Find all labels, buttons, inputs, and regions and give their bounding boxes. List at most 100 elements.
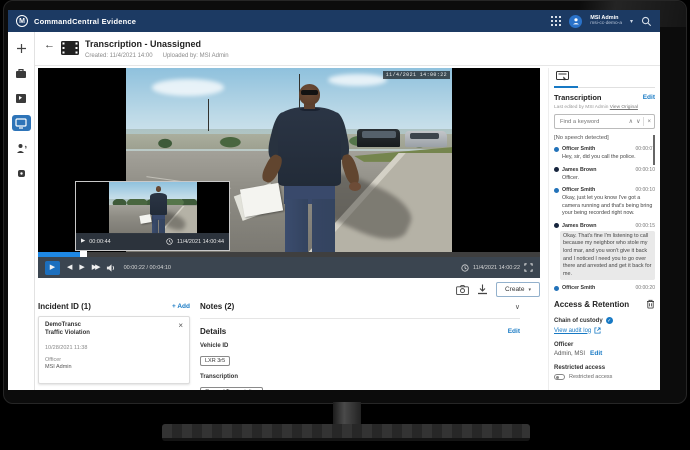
transcript-entry[interactable]: Officer Smith 00:00:10 Okay, just let yo… <box>554 187 655 218</box>
notes-section[interactable]: Notes (2) ∨ <box>200 302 520 319</box>
notes-heading: Notes (2) <box>200 302 234 311</box>
keyword-search-input[interactable] <box>558 118 626 126</box>
speaker-avatar <box>554 147 559 152</box>
add-icon[interactable] <box>12 40 31 56</box>
speaker-avatar <box>554 188 559 193</box>
user-menu[interactable]: MSI Admin msi-cc-demo-a <box>590 15 622 26</box>
incident-card[interactable]: DemoTransc Traffic Violation × 10/28/202… <box>38 316 190 384</box>
incident-heading: Incident ID (1) <box>38 302 91 311</box>
scene-leg <box>152 219 158 234</box>
play-icon: ▶ <box>50 264 55 271</box>
scene-torso <box>278 107 342 186</box>
snapshot-camera-icon[interactable] <box>456 285 469 295</box>
step-back-button[interactable]: ◀ <box>67 264 72 271</box>
search-divider <box>643 117 644 126</box>
clock-icon <box>461 264 469 272</box>
tag-icon[interactable] <box>12 165 31 181</box>
scene-torso <box>150 193 167 215</box>
left-sidebar <box>8 32 35 390</box>
incident-name: DemoTransc <box>45 322 183 330</box>
access-retention-panel: Access & Retention Chain of custody ✓ Vi… <box>554 299 655 380</box>
create-button[interactable]: Create ▾ <box>496 282 540 297</box>
user-avatar[interactable] <box>569 15 582 28</box>
header-divider <box>35 65 660 66</box>
incident-type: Traffic Violation <box>45 330 183 338</box>
notes-details-panel: Notes (2) ∨ Details Edit Vehicle ID LXR … <box>200 302 520 390</box>
no-speech-label: [No speech detected] <box>554 135 655 141</box>
player-controls: ▶ ◀ ▶ ▶▶ 00:00:22 / 00:04:10 11/4/2021 1… <box>38 257 540 278</box>
app-window: M CommandCentral Evidence MSI Admin msi-… <box>8 10 660 390</box>
transcript-entry[interactable]: James Brown 00:00:10 Officer. <box>554 167 655 183</box>
elapsed-time: 00:00:22 / 00:04:10 <box>124 265 171 271</box>
transcript-entry[interactable]: Officer Smith 00:00:20 <box>554 285 655 291</box>
pip-thumbnail[interactable]: ▶ 00:00:44 11/4/2021 14:00:44 <box>75 181 230 251</box>
notes-collapse-icon[interactable]: ∨ <box>515 303 520 311</box>
transcript-list[interactable]: [No speech detected] Officer Smith 00:00… <box>554 133 655 293</box>
transcription-label: Transcription <box>200 374 520 380</box>
pip-control-bar: ▶ 00:00:44 11/4/2021 14:00:44 <box>76 233 229 250</box>
incident-officer-value: MSI Admin <box>45 364 183 370</box>
remove-incident-icon[interactable]: × <box>178 322 183 330</box>
transcript-entry[interactable]: Officer Smith 00:00:07 Hey, sir, did you… <box>554 146 655 162</box>
verified-check-icon: ✓ <box>606 317 613 324</box>
speaker-name: Officer Smith <box>562 146 595 152</box>
search-clear-icon[interactable]: × <box>647 119 651 125</box>
search-icon[interactable] <box>641 16 652 27</box>
speaker-name: James Brown <box>562 167 596 173</box>
incident-panel: Incident ID (1) + Add DemoTransc Traffic… <box>38 302 190 384</box>
evidence-display-icon[interactable] <box>12 115 31 131</box>
cases-briefcase-icon[interactable] <box>12 65 31 81</box>
speaker-name: James Brown <box>562 223 596 229</box>
contacts-person-icon[interactable] <box>12 140 31 156</box>
motorola-logo-icon: M <box>16 15 28 27</box>
transcript-tab-icon[interactable] <box>556 71 569 82</box>
step-forward-button[interactable]: ▶ <box>79 264 84 271</box>
pip-time: 00:00:44 <box>89 239 110 245</box>
pip-video-frame <box>109 182 197 234</box>
entry-text: Officer. <box>562 175 655 183</box>
search-next-icon[interactable]: ∨ <box>636 119 640 125</box>
fast-forward-button[interactable]: ▶▶ <box>92 264 99 271</box>
restricted-access-value: Restricted access <box>569 374 612 380</box>
transcription-edit-link[interactable]: Edit <box>643 94 655 101</box>
back-button[interactable]: ← <box>44 40 55 51</box>
speaker-avatar <box>554 223 559 228</box>
view-original-link[interactable]: View Original <box>610 105 638 110</box>
app-grid-icon[interactable] <box>551 16 561 26</box>
transcription-heading: Transcription <box>554 93 602 102</box>
entry-text: Hey, sir, did you call the police. <box>562 154 655 162</box>
entry-timestamp: 00:00:10 <box>636 187 655 193</box>
restricted-access-toggle[interactable] <box>554 374 565 380</box>
active-tab-underline <box>554 86 578 88</box>
wall-clock-time: 11/4/2021 14:00:22 <box>473 265 520 271</box>
incident-add-button[interactable]: + Add <box>172 303 190 310</box>
fullscreen-icon[interactable] <box>524 263 533 272</box>
details-heading: Details <box>200 327 226 336</box>
player-actions-row: Create ▾ <box>38 282 540 297</box>
entry-timestamp: 00:00:15 <box>636 223 655 229</box>
keyword-search[interactable]: ∧ ∨ × <box>554 114 655 129</box>
created-label: Created: 11/4/2021 14:00 <box>85 53 153 59</box>
transcript-scrollbar[interactable] <box>653 135 655 165</box>
download-icon[interactable] <box>477 284 488 295</box>
pip-clock-icon <box>166 238 173 245</box>
view-audit-log-link[interactable]: View audit log <box>554 328 591 334</box>
shared-content-icon[interactable] <box>12 90 31 106</box>
play-button[interactable]: ▶ <box>45 261 60 275</box>
incident-officer-label: Officer <box>45 357 183 363</box>
user-menu-caret-icon[interactable]: ▾ <box>630 18 633 25</box>
transcript-entry[interactable]: James Brown 00:00:15 Okay. That's fine I… <box>554 223 655 280</box>
scene-sunglasses <box>301 90 318 95</box>
details-edit-link[interactable]: Edit <box>508 328 520 335</box>
access-retention-heading: Access & Retention <box>554 300 629 309</box>
delete-trash-icon[interactable] <box>646 299 655 309</box>
pip-play-icon[interactable]: ▶ <box>81 239 85 245</box>
volume-icon[interactable] <box>106 263 117 273</box>
vehicle-id-chip: LXR 3r5 <box>200 356 230 366</box>
video-player[interactable]: 11/4/2021 14:00:22 <box>38 68 540 278</box>
officer-edit-link[interactable]: Edit <box>590 350 602 357</box>
search-prev-icon[interactable]: ∧ <box>629 119 633 125</box>
vehicle-id-label: Vehicle ID <box>200 343 520 349</box>
page-title: Transcription - Unassigned <box>85 39 201 49</box>
speaker-name: Officer Smith <box>562 285 595 291</box>
